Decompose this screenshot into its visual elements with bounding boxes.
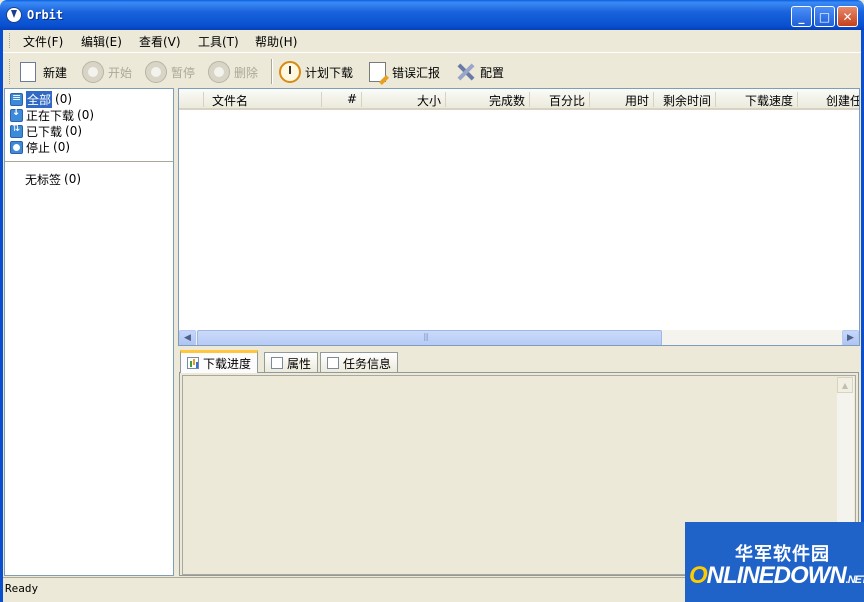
tab-download-progress[interactable]: 下载进度 bbox=[180, 350, 259, 373]
toolbar: 新建 开始 暂停 删除 计划下载 错误汇报 配置 bbox=[3, 52, 861, 89]
tree-item-downloaded[interactable]: 已下载 (0) bbox=[10, 123, 82, 139]
scroll-right-button[interactable]: ▶ bbox=[842, 330, 859, 345]
tree-item-label: 正在下载 bbox=[26, 108, 75, 123]
menu-view[interactable]: 查看(V) bbox=[139, 33, 181, 50]
config-button[interactable]: 配置 bbox=[454, 59, 504, 85]
close-icon: ✕ bbox=[842, 9, 853, 24]
column-header-elapsed[interactable]: 用时 bbox=[590, 92, 654, 108]
pause-label: 暂停 bbox=[171, 65, 196, 80]
minimize-icon: _ bbox=[798, 9, 805, 24]
delete-label: 删除 bbox=[234, 65, 259, 80]
tab-properties[interactable]: 属性 bbox=[264, 352, 319, 373]
start-button[interactable]: 开始 bbox=[82, 59, 132, 85]
menu-grip[interactable] bbox=[9, 33, 11, 48]
new-button[interactable]: 新建 bbox=[17, 59, 67, 85]
menu-help[interactable]: 帮助(H) bbox=[255, 33, 297, 50]
properties-icon bbox=[271, 357, 283, 369]
tree-item-label: 停止 bbox=[26, 140, 51, 155]
column-header-speed[interactable]: 下载速度 bbox=[716, 92, 798, 108]
window-frame-left bbox=[0, 30, 3, 602]
task-info-icon bbox=[327, 357, 339, 369]
tree-item-count: (0) bbox=[65, 124, 83, 138]
tree-divider bbox=[5, 161, 173, 163]
horizontal-scrollbar[interactable]: ◀ ▶ bbox=[179, 330, 859, 345]
column-header-size[interactable]: 大小 bbox=[362, 92, 446, 108]
config-label: 配置 bbox=[480, 65, 505, 80]
chevron-left-icon: ◀ bbox=[184, 333, 191, 343]
title-bar[interactable]: Orbit _ □ ✕ bbox=[0, 0, 864, 30]
menu-tools[interactable]: 工具(T) bbox=[198, 33, 239, 50]
report-icon bbox=[369, 62, 386, 82]
toolbar-separator bbox=[271, 59, 273, 84]
column-header-blank[interactable] bbox=[179, 92, 204, 107]
column-header-completed[interactable]: 完成数 bbox=[446, 92, 530, 108]
toolbar-grip[interactable] bbox=[9, 59, 11, 84]
pause-button[interactable]: 暂停 bbox=[145, 59, 195, 85]
tab-label: 任务信息 bbox=[343, 356, 392, 371]
tree-item-label: 无标签 bbox=[25, 172, 62, 187]
tab-label: 下载进度 bbox=[203, 356, 252, 371]
download-icon bbox=[10, 107, 23, 122]
delete-button[interactable]: 删除 bbox=[208, 59, 258, 85]
menu-file[interactable]: 文件(F) bbox=[23, 33, 63, 50]
tab-task-info[interactable]: 任务信息 bbox=[320, 352, 399, 373]
clock-icon bbox=[279, 61, 301, 83]
scroll-up-button[interactable]: ▲ bbox=[837, 377, 853, 393]
column-header-index[interactable]: # bbox=[322, 92, 362, 107]
tree-item-label: 全部 bbox=[26, 90, 53, 108]
chevron-up-icon: ▲ bbox=[841, 380, 849, 390]
download-list: 文件名 # 大小 完成数 百分比 用时 剩余时间 下载速度 创建任 ◀ ▶ bbox=[178, 88, 860, 346]
watermark-logo: 华军软件园 ONLINEDOWN.NET bbox=[685, 522, 864, 602]
tree-item-all[interactable]: 全部 (0) bbox=[10, 90, 73, 108]
error-report-button[interactable]: 错误汇报 bbox=[367, 59, 440, 85]
column-header-remaining[interactable]: 剩余时间 bbox=[654, 92, 716, 108]
tree-item-count: (0) bbox=[77, 108, 95, 122]
column-header-percent[interactable]: 百分比 bbox=[530, 92, 590, 108]
scroll-left-button[interactable]: ◀ bbox=[179, 330, 196, 345]
stop-icon bbox=[10, 140, 23, 154]
start-label: 开始 bbox=[108, 65, 133, 80]
tree-item-no-tag[interactable]: 无标签 (0) bbox=[25, 171, 81, 187]
list-icon bbox=[10, 91, 23, 106]
minimize-button[interactable]: _ bbox=[791, 6, 812, 27]
tree-item-count: (0) bbox=[53, 140, 71, 154]
error-label: 错误汇报 bbox=[392, 65, 441, 80]
new-document-icon bbox=[20, 62, 36, 82]
tab-label: 属性 bbox=[287, 356, 312, 371]
tree-item-label: 已下载 bbox=[26, 124, 63, 139]
downloaded-icon bbox=[10, 123, 23, 138]
watermark-logo-text: ONLINEDOWN.NET bbox=[689, 562, 864, 589]
tree-item-downloading[interactable]: 正在下载 (0) bbox=[10, 107, 94, 123]
maximize-icon: □ bbox=[818, 9, 831, 24]
tree-item-count: (0) bbox=[64, 172, 82, 186]
column-header-row: 文件名 # 大小 完成数 百分比 用时 剩余时间 下载速度 创建任 bbox=[179, 89, 859, 110]
menu-bar: 文件(F) 编辑(E) 查看(V) 工具(T) 帮助(H) bbox=[3, 30, 861, 51]
play-icon bbox=[82, 61, 104, 83]
new-label: 新建 bbox=[43, 65, 68, 80]
category-tree: 全部 (0) 正在下载 (0) 已下载 (0) 停止 (0) 无标签 (0) bbox=[4, 88, 174, 576]
maximize-button[interactable]: □ bbox=[814, 6, 835, 27]
column-header-filename[interactable]: 文件名 bbox=[204, 92, 322, 108]
schedule-download-button[interactable]: 计划下载 bbox=[279, 59, 353, 85]
tree-item-count: (0) bbox=[55, 92, 73, 106]
menu-edit[interactable]: 编辑(E) bbox=[81, 33, 122, 50]
status-text: Ready bbox=[5, 582, 39, 595]
close-button[interactable]: ✕ bbox=[837, 6, 858, 27]
pause-icon bbox=[145, 61, 167, 83]
detail-tabs: 下载进度 属性 任务信息 bbox=[178, 350, 860, 373]
schedule-label: 计划下载 bbox=[305, 65, 354, 80]
chevron-right-icon: ▶ bbox=[847, 333, 854, 343]
column-header-created[interactable]: 创建任 bbox=[798, 92, 859, 108]
tools-icon bbox=[454, 61, 476, 83]
chart-icon bbox=[187, 357, 199, 369]
scrollbar-thumb[interactable] bbox=[197, 330, 662, 345]
tree-item-stopped[interactable]: 停止 (0) bbox=[10, 139, 70, 155]
window-title: Orbit bbox=[27, 8, 64, 22]
delete-icon bbox=[208, 61, 230, 83]
app-icon bbox=[6, 7, 22, 23]
